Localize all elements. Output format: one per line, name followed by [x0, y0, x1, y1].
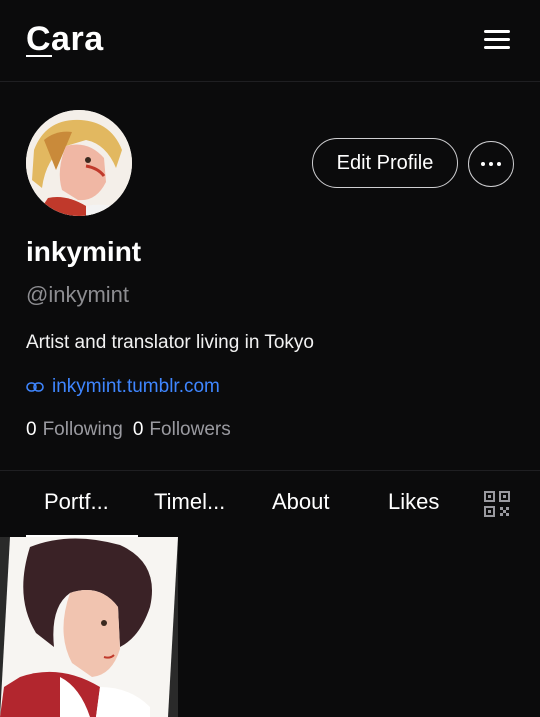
- follow-stats: 0 Following 0 Followers: [26, 419, 235, 441]
- tab-likes[interactable]: Likes: [388, 489, 439, 515]
- profile-link[interactable]: inkymint.tumblr.com: [26, 376, 220, 398]
- qr-code-icon[interactable]: [484, 491, 510, 517]
- bio-text: Artist and translator living in Tokyo: [26, 332, 314, 353]
- edit-profile-button[interactable]: Edit Profile: [312, 138, 458, 188]
- portfolio-thumbnail[interactable]: [0, 537, 178, 717]
- following-label[interactable]: Following: [43, 419, 123, 441]
- tab-portfolio[interactable]: Portf...: [44, 489, 109, 515]
- user-handle: @inkymint: [26, 282, 130, 307]
- followers-label[interactable]: Followers: [149, 419, 230, 441]
- more-dot-icon: [481, 162, 485, 166]
- followers-count[interactable]: 0: [133, 419, 144, 441]
- following-count[interactable]: 0: [26, 419, 37, 441]
- logo-underline: [26, 55, 52, 57]
- more-options-button[interactable]: [468, 141, 514, 187]
- cara-logo[interactable]: Cara: [26, 20, 104, 59]
- profile-link-text[interactable]: inkymint.tumblr.com: [52, 376, 220, 398]
- hamburger-menu-icon[interactable]: [484, 30, 510, 52]
- more-dot-icon: [489, 162, 493, 166]
- profile-tabs: Portf... Timel... About Likes: [0, 470, 540, 538]
- link-icon: [26, 382, 44, 392]
- tab-about[interactable]: About: [272, 489, 330, 515]
- top-bar: Cara: [0, 0, 540, 82]
- more-dot-icon: [497, 162, 501, 166]
- tab-timeline[interactable]: Timel...: [154, 489, 225, 515]
- avatar[interactable]: [26, 110, 132, 216]
- display-name: inkymint: [26, 236, 142, 267]
